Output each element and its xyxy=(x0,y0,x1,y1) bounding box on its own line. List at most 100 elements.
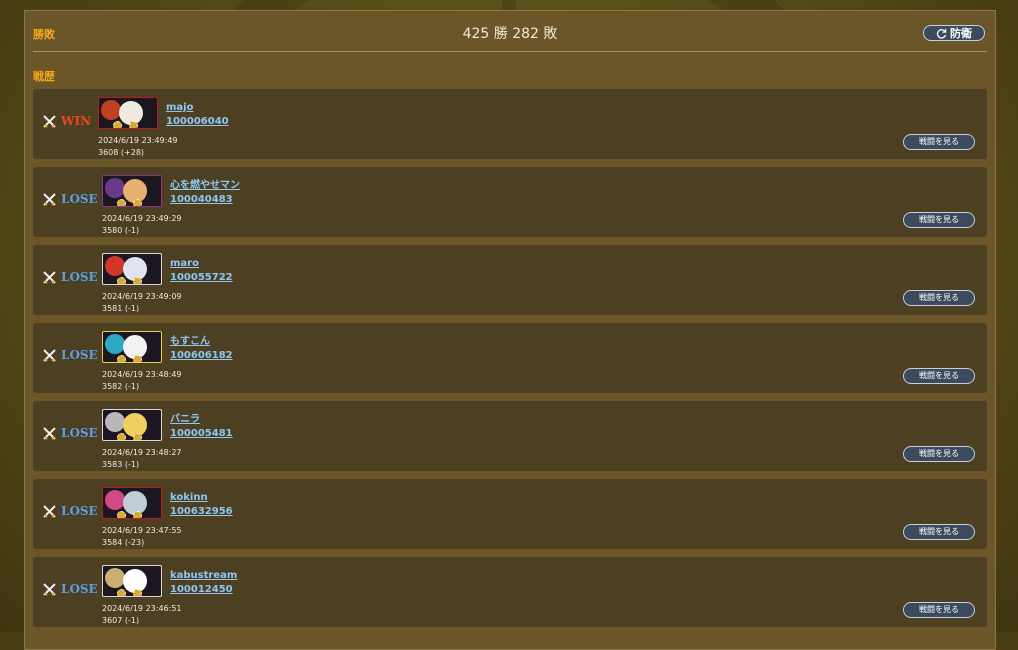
gear-icon xyxy=(117,589,126,596)
opponent-info: 心を燃やせマン 100040483 xyxy=(170,179,240,207)
battle-row: LOSE kokinn 100632956 2024/6/19 23:47:55 358… xyxy=(33,479,987,549)
battle-result: LOSE xyxy=(61,426,98,440)
battle-score: 3584 (-23) xyxy=(102,538,145,547)
battle-timestamp: 2024/6/19 23:49:49 xyxy=(98,136,178,145)
gear-icon xyxy=(113,121,122,128)
opponent-id-link[interactable]: 100606182 xyxy=(170,349,233,363)
character-portrait xyxy=(105,178,125,198)
opponent-info: kabustream 100012450 xyxy=(170,569,237,597)
opponent-id-link[interactable]: 100006040 xyxy=(166,115,229,129)
character-portrait xyxy=(105,490,125,510)
battle-meta: 2024/6/19 23:49:49 3608 (+28) xyxy=(98,135,178,159)
opponent-name-link[interactable]: もすこん xyxy=(170,335,233,349)
opponent-team-avatar xyxy=(102,409,162,441)
opponent-id-link[interactable]: 100005481 xyxy=(170,427,233,441)
battle-history-label: 戦歴 xyxy=(33,70,55,83)
defense-button[interactable]: 防衛 xyxy=(923,25,985,41)
battle-meta: 2024/6/19 23:48:27 3583 (-1) xyxy=(102,447,182,471)
character-portrait xyxy=(105,412,125,432)
gear-icon xyxy=(133,277,142,284)
opponent-id-link[interactable]: 100012450 xyxy=(170,583,237,597)
opponent-team-avatar xyxy=(102,253,162,285)
battle-timestamp: 2024/6/19 23:48:27 xyxy=(102,448,182,457)
character-portrait xyxy=(105,568,125,588)
battle-score: 3608 (+28) xyxy=(98,148,145,157)
character-portrait xyxy=(105,334,125,354)
battle-result: LOSE xyxy=(61,270,98,284)
battle-row: LOSE maro 100055722 2024/6/19 23:49:09 3581 … xyxy=(33,245,987,315)
crossed-swords-icon xyxy=(43,193,56,206)
view-battle-button[interactable]: 戦闘を見る xyxy=(903,290,975,306)
battle-timestamp: 2024/6/19 23:46:51 xyxy=(102,604,182,613)
battle-score: 3583 (-1) xyxy=(102,460,140,469)
character-portrait xyxy=(105,256,125,276)
crossed-swords-icon xyxy=(43,115,56,128)
opponent-info: もすこん 100606182 xyxy=(170,335,233,363)
opponent-id-link[interactable]: 100055722 xyxy=(170,271,233,285)
battle-row: WIN majo 100006040 2024/6/19 23:49:49 3608 (… xyxy=(33,89,987,159)
crossed-swords-icon xyxy=(43,349,56,362)
opponent-name-link[interactable]: maro xyxy=(170,257,233,271)
opponent-team-avatar xyxy=(102,565,162,597)
view-battle-button[interactable]: 戦闘を見る xyxy=(903,602,975,618)
opponent-team-avatar xyxy=(102,175,162,207)
gear-icon xyxy=(117,277,126,284)
gear-icon xyxy=(133,589,142,596)
gear-icon xyxy=(117,355,126,362)
opponent-info: kokinn 100632956 xyxy=(170,491,233,519)
gear-icon xyxy=(129,121,138,128)
view-battle-button[interactable]: 戦闘を見る xyxy=(903,134,975,150)
battle-result: WIN xyxy=(61,114,92,128)
battle-meta: 2024/6/19 23:46:51 3607 (-1) xyxy=(102,603,182,627)
battle-result: LOSE xyxy=(61,504,98,518)
battle-result: LOSE xyxy=(61,348,98,362)
opponent-name-link[interactable]: kokinn xyxy=(170,491,233,505)
battle-timestamp: 2024/6/19 23:48:49 xyxy=(102,370,182,379)
win-loss-record: 425 勝 282 敗 xyxy=(462,26,558,42)
battle-score: 3607 (-1) xyxy=(102,616,140,625)
opponent-info: バニラ 100005481 xyxy=(170,413,233,441)
defense-button-label: 防衛 xyxy=(950,27,972,40)
opponent-team-avatar xyxy=(102,331,162,363)
opponent-name-link[interactable]: 心を燃やせマン xyxy=(170,179,240,193)
battle-row: LOSE kabustream 100012450 2024/6/19 23:46:5… xyxy=(33,557,987,627)
view-battle-button[interactable]: 戦闘を見る xyxy=(903,446,975,462)
battle-result: LOSE xyxy=(61,192,98,206)
battle-meta: 2024/6/19 23:49:09 3581 (-1) xyxy=(102,291,182,315)
battle-score: 3581 (-1) xyxy=(102,304,140,313)
gear-icon xyxy=(117,199,126,206)
battle-history-panel: 勝敗 425 勝 282 敗 防衛 戦歴 WIN majo 100006040 202… xyxy=(24,10,996,650)
crossed-swords-icon xyxy=(43,505,56,518)
battle-row: LOSE もすこん 100606182 2024/6/19 23:48:49 3582 … xyxy=(33,323,987,393)
battle-timestamp: 2024/6/19 23:49:29 xyxy=(102,214,182,223)
gear-icon xyxy=(133,199,142,206)
battle-timestamp: 2024/6/19 23:49:09 xyxy=(102,292,182,301)
opponent-info: majo 100006040 xyxy=(166,101,229,129)
battle-meta: 2024/6/19 23:49:29 3580 (-1) xyxy=(102,213,182,237)
character-portrait xyxy=(101,100,121,120)
battle-row: LOSE 心を燃やせマン 100040483 2024/6/19 23:49:29 35… xyxy=(33,167,987,237)
opponent-team-avatar xyxy=(98,97,158,129)
gear-icon xyxy=(133,355,142,362)
opponent-name-link[interactable]: majo xyxy=(166,101,229,115)
opponent-name-link[interactable]: バニラ xyxy=(170,413,233,427)
gear-icon xyxy=(117,433,126,440)
opponent-team-avatar xyxy=(102,487,162,519)
gear-icon xyxy=(133,433,142,440)
opponent-id-link[interactable]: 100632956 xyxy=(170,505,233,519)
battle-meta: 2024/6/19 23:47:55 3584 (-23) xyxy=(102,525,182,549)
battle-score: 3580 (-1) xyxy=(102,226,140,235)
view-battle-button[interactable]: 戦闘を見る xyxy=(903,368,975,384)
battle-timestamp: 2024/6/19 23:47:55 xyxy=(102,526,182,535)
battle-score: 3582 (-1) xyxy=(102,382,140,391)
divider xyxy=(33,51,987,52)
refresh-icon xyxy=(936,28,947,39)
view-battle-button[interactable]: 戦闘を見る xyxy=(903,524,975,540)
crossed-swords-icon xyxy=(43,583,56,596)
opponent-name-link[interactable]: kabustream xyxy=(170,569,237,583)
battle-row: LOSE バニラ 100005481 2024/6/19 23:48:27 3583 (… xyxy=(33,401,987,471)
gear-icon xyxy=(117,511,126,518)
crossed-swords-icon xyxy=(43,427,56,440)
opponent-id-link[interactable]: 100040483 xyxy=(170,193,240,207)
view-battle-button[interactable]: 戦闘を見る xyxy=(903,212,975,228)
